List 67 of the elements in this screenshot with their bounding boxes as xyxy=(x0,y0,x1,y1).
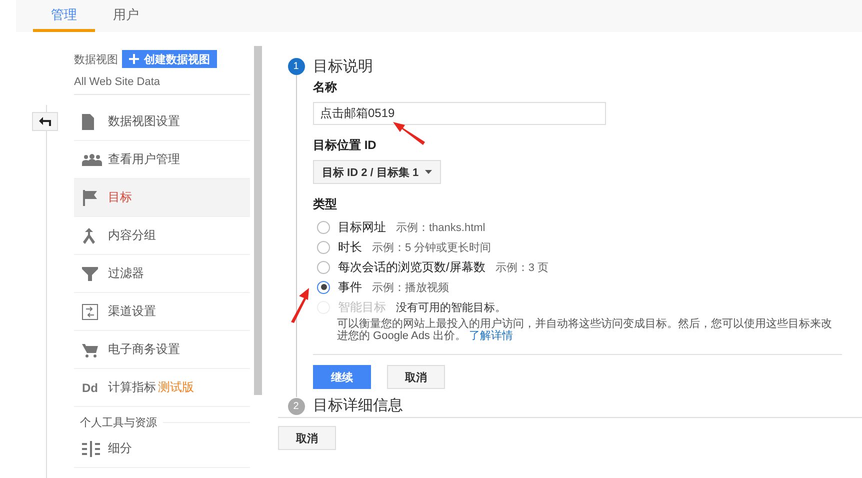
option-example: 没有可用的智能目标。 xyxy=(396,300,506,314)
radio-button[interactable] xyxy=(317,240,330,254)
view-label: 数据视图 xyxy=(74,52,118,66)
create-view-button[interactable]: 创建数据视图 xyxy=(122,50,217,68)
cancel-button[interactable]: 取消 xyxy=(278,426,336,450)
beta-label: 测试版 xyxy=(158,379,194,396)
nav-label: 目标 xyxy=(108,189,132,206)
radio-button[interactable] xyxy=(317,280,330,294)
flag-icon xyxy=(82,190,98,206)
field-label: 类型 xyxy=(313,196,338,213)
option-example: 示例：thanks.html xyxy=(396,220,486,234)
document-icon xyxy=(82,114,94,130)
nav-label: 渠道设置 xyxy=(108,303,156,320)
dd-icon: Dd xyxy=(82,380,98,394)
people-icon xyxy=(82,154,102,166)
radio-button[interactable] xyxy=(317,220,330,234)
option-label: 事件 xyxy=(338,278,362,296)
option-label: 智能目标 xyxy=(338,298,386,316)
back-arrow-icon xyxy=(39,117,51,126)
nav-label: 内容分组 xyxy=(108,227,156,244)
nav-label: 电子商务设置 xyxy=(108,341,180,358)
step-title: 目标说明 xyxy=(313,58,374,76)
tab[interactable]: 用户 xyxy=(95,0,157,32)
option-label: 每次会话的浏览页数/屏幕数 xyxy=(338,258,486,276)
nav-item[interactable]: Dd 计算指标 测试版 xyxy=(74,369,250,407)
cancel-button[interactable]: 取消 xyxy=(387,365,445,389)
option-example: 示例：5 分钟或更长时间 xyxy=(372,240,492,254)
annotation-arrow xyxy=(291,288,309,323)
nav-item[interactable]: 内容分组 xyxy=(74,217,250,255)
continue-button[interactable]: 继续 xyxy=(313,365,371,389)
segments-icon xyxy=(82,440,100,456)
channel-icon xyxy=(82,304,98,320)
section-header: 个人工具与资源 xyxy=(80,416,157,430)
caret-icon xyxy=(424,170,432,174)
nav-label: 过滤器 xyxy=(108,265,144,282)
radio-button[interactable] xyxy=(317,260,330,274)
scrollbar[interactable] xyxy=(254,46,262,395)
nav-label: 查看用户管理 xyxy=(108,151,180,168)
learn-more-link[interactable]: 了解详情 xyxy=(469,330,514,342)
nav-item[interactable]: 过滤器 xyxy=(74,255,250,293)
nav-item[interactable]: 目标 xyxy=(74,179,250,217)
nav-item[interactable]: 电子商务设置 xyxy=(74,331,250,369)
nav-label: 计算指标 xyxy=(108,379,156,396)
step-title: 目标详细信息 xyxy=(313,397,403,415)
nav-item[interactable]: 细分 xyxy=(74,430,250,468)
option-label: 目标网址 xyxy=(338,218,386,236)
merge-icon xyxy=(82,228,96,244)
step-number: 2 xyxy=(288,398,304,414)
nav-item[interactable]: 数据视图设置 xyxy=(74,103,250,141)
nav-label: 数据视图设置 xyxy=(108,113,180,130)
plus-icon xyxy=(129,54,139,64)
nav-item[interactable]: 渠道设置 xyxy=(74,293,250,331)
option-example: 示例：3 页 xyxy=(495,260,549,274)
step-number: 1 xyxy=(288,58,304,75)
nav-label: 细分 xyxy=(108,440,132,457)
field-label: 目标位置 ID xyxy=(313,137,378,154)
cart-icon xyxy=(82,342,98,358)
view-name: All Web Site Data xyxy=(74,68,250,95)
annotation-arrow xyxy=(393,122,425,145)
goal-slot-dropdown[interactable]: 目标 ID 2 / 目标集 1 xyxy=(313,160,441,184)
back-button[interactable] xyxy=(32,112,58,131)
name-field[interactable]: 点击邮箱0519 xyxy=(313,102,606,125)
option-example: 示例：播放视频 xyxy=(372,280,449,294)
filter-icon xyxy=(82,266,98,282)
field-label: 名称 xyxy=(313,79,338,96)
option-label: 时长 xyxy=(338,238,362,256)
smart-goal-description: 可以衡量您的网站上最投入的用户访问，并自动将这些访问变成目标。然后，您可以使用这些目标来改进您的 Google Ads 出价。 了解详情 xyxy=(337,318,833,342)
